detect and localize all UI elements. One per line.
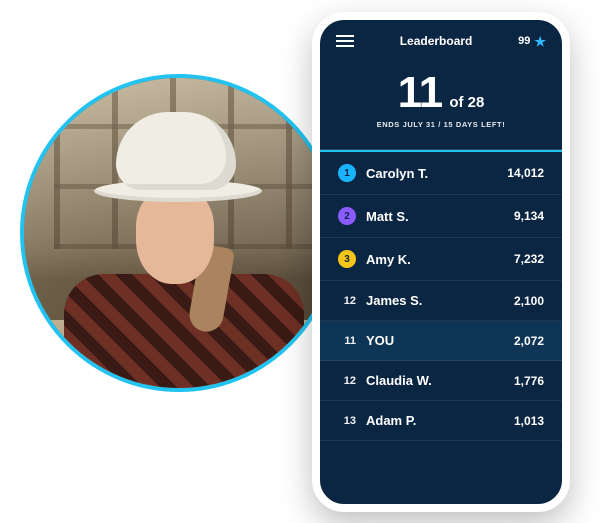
portrait-circle [20, 74, 338, 392]
player-name: Amy K. [366, 252, 411, 267]
player-name: Matt S. [366, 209, 409, 224]
phone-mockup: Leaderboard 99 ★ 11 of 28 ENDS JULY 31 /… [312, 12, 570, 512]
portrait-face [136, 188, 214, 284]
hamburger-icon[interactable] [336, 35, 354, 47]
player-score: 1,013 [514, 414, 544, 428]
rank-line: 11 of 28 [320, 68, 562, 118]
portrait-torso [64, 274, 304, 392]
leaderboard-row[interactable]: 12 James S. 2,100 [320, 281, 562, 321]
rank-total: 28 [468, 94, 485, 111]
page-title: Leaderboard [400, 34, 473, 48]
phone-topbar: Leaderboard 99 ★ [320, 20, 562, 54]
row-left: 2 Matt S. [338, 207, 409, 225]
row-left: 1 Carolyn T. [338, 164, 428, 182]
stars-count: 99 [518, 35, 530, 47]
rank-number-small: 12 [338, 375, 356, 387]
rank-number-small: 12 [338, 295, 356, 307]
player-name: James S. [366, 293, 422, 308]
rank-number-small: 11 [338, 335, 356, 347]
star-icon: ★ [534, 35, 546, 48]
row-left: 12 James S. [338, 293, 422, 308]
leaderboard-row[interactable]: 1 Carolyn T. 14,012 [320, 152, 562, 195]
row-left: 12 Claudia W. [338, 373, 432, 388]
deadline-text: ENDS JULY 31 / 15 DAYS LEFT! [320, 120, 562, 129]
player-name: YOU [366, 333, 394, 348]
row-left: 3 Amy K. [338, 250, 411, 268]
rank-of-label: of [449, 94, 463, 111]
leaderboard-list: 1 Carolyn T. 14,012 2 Matt S. 9,134 3 Amy K. 7,2… [320, 152, 562, 504]
portrait-helmet [116, 112, 236, 190]
leaderboard-row[interactable]: 12 Claudia W. 1,776 [320, 361, 562, 401]
rank-number-small: 13 [338, 415, 356, 427]
player-score: 1,776 [514, 374, 544, 388]
leaderboard-row[interactable]: 11 YOU 2,072 [320, 321, 562, 361]
player-score: 2,100 [514, 294, 544, 308]
medal-icon: 1 [338, 164, 356, 182]
player-score: 14,012 [507, 166, 544, 180]
row-left: 13 Adam P. [338, 413, 416, 428]
rank-hero: 11 of 28 ENDS JULY 31 / 15 DAYS LEFT! [320, 54, 562, 149]
player-name: Claudia W. [366, 373, 432, 388]
medal-icon: 3 [338, 250, 356, 268]
player-name: Carolyn T. [366, 166, 428, 181]
player-score: 2,072 [514, 334, 544, 348]
leaderboard-row[interactable]: 3 Amy K. 7,232 [320, 238, 562, 281]
rank-number: 11 [398, 68, 443, 117]
medal-icon: 2 [338, 207, 356, 225]
player-name: Adam P. [366, 413, 416, 428]
portrait-photo [24, 78, 334, 388]
row-left: 11 YOU [338, 333, 394, 348]
player-score: 9,134 [514, 209, 544, 223]
player-score: 7,232 [514, 252, 544, 266]
leaderboard-row[interactable]: 2 Matt S. 9,134 [320, 195, 562, 238]
stars-badge[interactable]: 99 ★ [518, 35, 546, 48]
leaderboard-row[interactable]: 13 Adam P. 1,013 [320, 401, 562, 441]
